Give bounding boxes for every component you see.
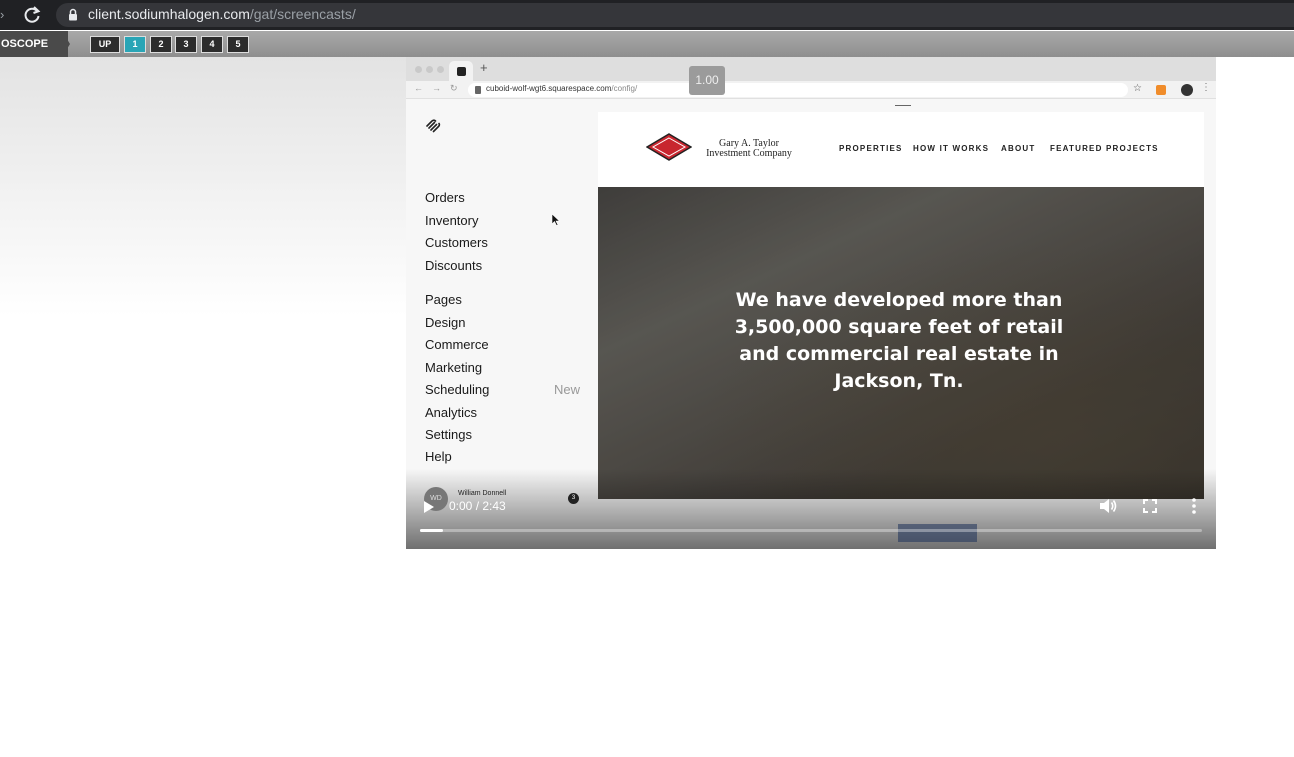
toolbar-button-up[interactable]: UP [90,36,120,53]
inner-tab [449,61,473,81]
notification-badge: 3 [568,493,579,504]
site-nav-about: ABOUT [1001,144,1036,153]
company-name: Gary A. Taylor Investment Company [701,139,797,159]
bookmark-star-icon: ☆ [1133,83,1142,94]
sidebar-item-analytics: Analytics [425,405,478,420]
forward-button[interactable]: › [0,7,4,22]
controls-gradient [406,469,1216,549]
volume-icon[interactable] [1099,498,1117,514]
squarespace-favicon-icon [457,67,466,76]
brand-arrow [62,31,70,57]
video-player[interactable]: + ← → ↻ cuboid-wolf-wgt6.squarespace.com… [406,57,1216,549]
time-display: 0:00 / 2:43 [449,499,506,513]
inner-forward-icon: → [432,83,441,93]
extension-icon [1156,85,1166,95]
window-maximize-dot [437,66,444,73]
site-header: Gary A. Taylor Investment Company PROPER… [598,112,1204,187]
outer-browser-toolbar: › client.sodiumhalogen.com/gat/screencas… [0,0,1294,30]
new-badge: New [554,382,581,397]
inner-reload-icon: ↻ [450,83,458,93]
window-close-dot [415,66,422,73]
inner-url-host: cuboid-wolf-wgt6.squarespace.com [486,84,612,93]
window-minimize-dot [426,66,433,73]
more-options-icon[interactable] [1191,498,1197,514]
play-icon[interactable] [423,500,435,514]
sidebar-item-pages: Pages [425,292,462,307]
sidebar-item-help: Help [425,449,452,464]
new-tab-icon: + [480,60,488,75]
site-nav-how-it-works: HOW IT WORKS [913,144,990,153]
reload-icon[interactable] [22,5,42,25]
lock-icon [69,8,77,21]
sidebar-item-discounts: Discounts [425,258,483,273]
toolbar-brand: OSCOPE [0,31,68,57]
url-text: client.sodiumhalogen.com/gat/screencasts… [88,6,356,22]
url-path: /gat/screencasts/ [249,6,356,22]
seek-bar[interactable] [420,529,1202,532]
inner-lock-icon [475,86,481,94]
inner-tab-strip: + [406,57,1216,81]
user-name: William Donnell [458,490,507,497]
toolbar-button-1[interactable]: 1 [124,36,146,53]
sidebar-item-inventory: Inventory [425,213,479,228]
hero-image: We have developed more than 3,500,000 sq… [598,187,1204,499]
toolbar-button-4[interactable]: 4 [201,36,223,53]
inner-url-path: /config/ [611,84,638,93]
sidebar-item-design: Design [425,315,466,330]
profile-avatar-icon [1181,84,1193,96]
password-banner-button [898,524,977,542]
sidebar-item-commerce: Commerce [425,337,489,352]
screencast-toolbar: OSCOPE UP 1 2 3 4 5 [0,31,1294,57]
toolbar-button-3[interactable]: 3 [175,36,197,53]
hero-headline: We have developed more than 3,500,000 sq… [734,289,1064,392]
site-preview: Gary A. Taylor Investment Company PROPER… [598,112,1204,499]
toolbar-button-2[interactable]: 2 [150,36,172,53]
inner-menu-icon: ⋮ [1201,82,1211,93]
sidebar-item-marketing: Marketing [425,360,483,375]
preview-drag-handle [895,105,911,106]
sidebar-item-scheduling: Scheduling [425,382,490,397]
sidebar-item-orders: Orders [425,190,465,205]
inner-back-icon: ← [414,83,423,93]
inner-browser-toolbar: ← → ↻ cuboid-wolf-wgt6.squarespace.com/c… [406,81,1216,99]
site-nav-featured-projects: FEATURED PROJECTS [1050,144,1159,153]
fullscreen-icon[interactable] [1143,499,1157,513]
site-nav-properties: PROPERTIES [839,144,903,153]
mouse-cursor-icon [552,214,560,226]
company-line-2: Investment Company [706,148,792,159]
toolbar-button-5[interactable]: 5 [227,36,249,53]
inner-url-text: cuboid-wolf-wgt6.squarespace.com/config/ [486,84,637,93]
sidebar-item-settings: Settings [425,427,472,442]
sidebar-item-customers: Customers [425,235,488,250]
address-bar[interactable]: client.sodiumhalogen.com/gat/screencasts… [56,3,1294,27]
background-fade [0,57,406,317]
playback-speed-badge[interactable]: 1.00 [689,66,725,95]
url-host: client.sodiumhalogen.com [88,6,250,22]
inner-address-bar: cuboid-wolf-wgt6.squarespace.com/config/ [468,83,1128,97]
gat-logo-icon [646,133,692,161]
seek-progress [420,529,444,532]
squarespace-logo-icon [426,119,441,133]
